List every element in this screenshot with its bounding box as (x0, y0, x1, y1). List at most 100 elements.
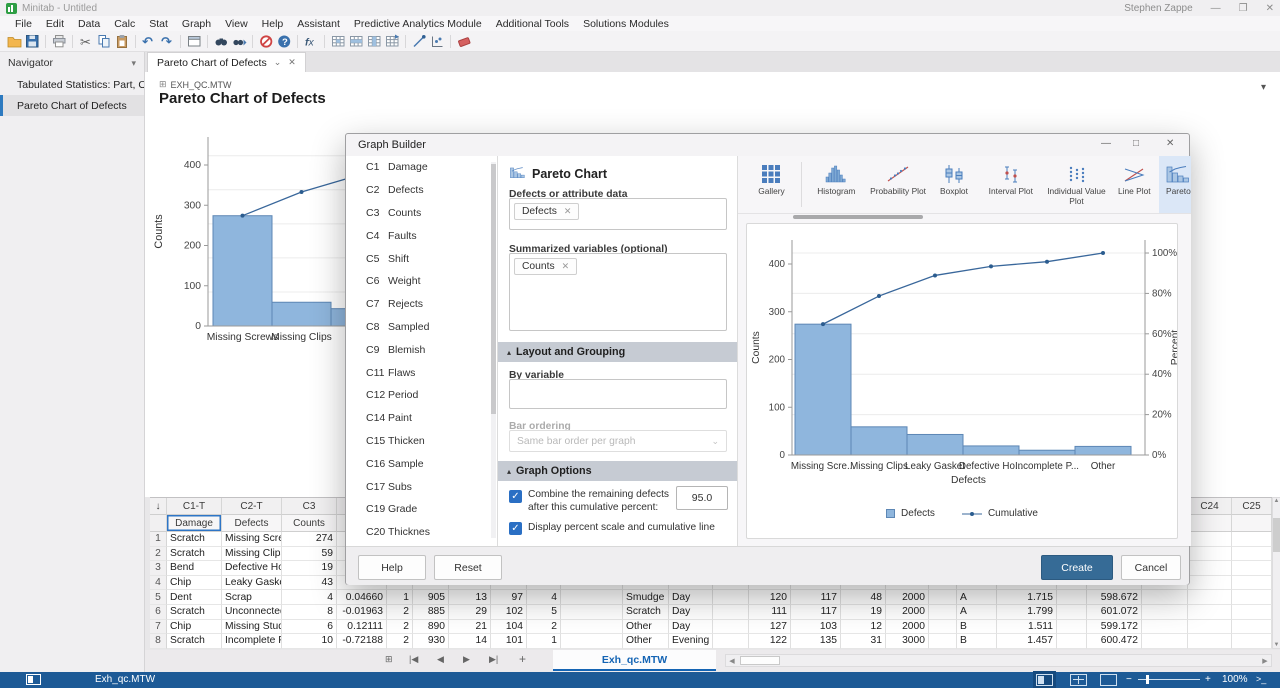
minimize-button[interactable]: — (1211, 3, 1221, 14)
table-cell[interactable] (1188, 532, 1232, 547)
column-header-c3[interactable]: C3 (282, 498, 337, 515)
undo-icon[interactable]: ↶ (142, 34, 157, 49)
previous-worksheet-icon[interactable]: ◀ (437, 654, 444, 665)
table-cell[interactable] (1188, 620, 1232, 635)
scrollbar-thumb[interactable] (740, 656, 780, 665)
table-cell[interactable] (1057, 620, 1087, 635)
gallery-item-line-plot[interactable]: Line Plot (1110, 156, 1159, 213)
column-list-item-c2[interactable]: C2Defects (346, 179, 497, 202)
menu-item-predictive-analytics-module[interactable]: Predictive Analytics Module (347, 18, 489, 30)
table-cell[interactable]: 103 (791, 620, 841, 635)
table-cell[interactable]: Day (669, 620, 713, 635)
table-cell[interactable]: 2 (387, 634, 413, 649)
column-list-item-c16[interactable]: C16Sample (346, 452, 497, 475)
table-cell[interactable] (1232, 605, 1272, 620)
table-cell[interactable]: 8 (282, 605, 337, 620)
table-cell[interactable] (713, 605, 749, 620)
table-cell[interactable]: Evening (669, 634, 713, 649)
save-icon[interactable] (25, 34, 40, 49)
brush-icon[interactable] (412, 34, 427, 49)
print-icon[interactable] (52, 34, 67, 49)
column-list-item-c1[interactable]: C1Damage (346, 156, 497, 179)
table-cell[interactable]: 274 (282, 532, 337, 547)
table-cell[interactable] (1232, 532, 1272, 547)
chevron-down-icon[interactable]: ▾ (131, 58, 136, 69)
variable-name-counts[interactable]: Counts (282, 515, 337, 532)
table-cell[interactable]: Other (623, 620, 669, 635)
eraser-icon[interactable] (457, 34, 472, 49)
table-cell[interactable] (1188, 634, 1232, 649)
table-cell[interactable]: 59 (282, 547, 337, 562)
navigator-item-pareto-chart-of-defects[interactable]: Pareto Chart of Defects (0, 95, 144, 116)
table-cell[interactable]: 1.511 (997, 620, 1057, 635)
insert-columns-icon[interactable] (367, 34, 382, 49)
table-cell[interactable] (561, 605, 623, 620)
cancel-icon[interactable] (259, 34, 274, 49)
tab-pareto-chart-of-defects[interactable]: Pareto Chart of Defects ⌄ ✕ (147, 52, 306, 72)
table-cell[interactable] (1142, 590, 1188, 605)
grid-view-icon[interactable] (1070, 674, 1087, 686)
help-icon[interactable]: ? (277, 34, 292, 49)
tab-close-icon[interactable]: ✕ (288, 57, 296, 68)
table-cell[interactable] (713, 634, 749, 649)
row-number[interactable]: 1 (150, 532, 167, 547)
open-icon[interactable] (7, 34, 22, 49)
scroll-down-icon[interactable]: ▼ (1274, 642, 1280, 648)
redo-icon[interactable]: ↷ (160, 34, 175, 49)
row-number[interactable]: 4 (150, 576, 167, 591)
zoom-level[interactable]: 100% (1222, 674, 1248, 685)
table-cell[interactable] (929, 590, 957, 605)
row-number[interactable]: 3 (150, 561, 167, 576)
select-graph-icon[interactable] (430, 34, 445, 49)
table-cell[interactable]: Smudge (623, 590, 669, 605)
table-cell[interactable]: 600.472 (1087, 634, 1142, 649)
find-next-icon[interactable] (232, 34, 247, 49)
column-header-c1-t[interactable]: C1-T (167, 498, 222, 515)
table-cell[interactable]: 4 (282, 590, 337, 605)
paste-icon[interactable] (115, 34, 130, 49)
table-cell[interactable]: 127 (749, 620, 791, 635)
formula-icon[interactable]: fx (304, 34, 319, 49)
table-cell[interactable] (1232, 590, 1272, 605)
table-cell[interactable]: 13 (449, 590, 491, 605)
table-cell[interactable] (1142, 620, 1188, 635)
insert-rows-icon[interactable] (349, 34, 364, 49)
table-cell[interactable] (1188, 590, 1232, 605)
table-cell[interactable] (561, 590, 623, 605)
table-cell[interactable]: 135 (791, 634, 841, 649)
table-cell[interactable]: 1.457 (997, 634, 1057, 649)
table-cell[interactable]: 101 (491, 634, 527, 649)
table-cell[interactable]: 5 (527, 605, 561, 620)
table-cell[interactable]: Bend (167, 561, 222, 576)
table-cell[interactable] (713, 590, 749, 605)
variable-name-empty[interactable] (1232, 515, 1272, 532)
table-cell[interactable]: Defective Housi (222, 561, 282, 576)
table-cell[interactable]: 598.672 (1087, 590, 1142, 605)
table-cell[interactable]: 4 (527, 590, 561, 605)
table-cell[interactable]: B (957, 620, 997, 635)
scroll-right-icon[interactable]: ▶ (1259, 657, 1271, 665)
table-cell[interactable]: 1.715 (997, 590, 1057, 605)
table-cell[interactable]: Dent (167, 590, 222, 605)
table-cell[interactable]: 43 (282, 576, 337, 591)
cut-icon[interactable]: ✂ (79, 34, 94, 49)
table-cell[interactable]: 12 (841, 620, 886, 635)
output-options-icon[interactable]: ▾ (1261, 82, 1266, 93)
table-cell[interactable]: 0.12111 (337, 620, 387, 635)
zoom-slider-thumb[interactable] (1146, 675, 1149, 684)
column-list-item-c14[interactable]: C14Paint (346, 407, 497, 430)
table-cell[interactable]: 1 (387, 590, 413, 605)
row-number[interactable]: 5 (150, 590, 167, 605)
table-cell[interactable]: 120 (749, 590, 791, 605)
table-cell[interactable]: 111 (749, 605, 791, 620)
table-cell[interactable]: 1 (527, 634, 561, 649)
table-cell[interactable] (1232, 620, 1272, 635)
column-list-item-c8[interactable]: C8Sampled (346, 316, 497, 339)
table-cell[interactable]: 48 (841, 590, 886, 605)
remove-chip-icon[interactable]: ✕ (564, 206, 572, 217)
dialog-minimize-icon[interactable]: — (1101, 138, 1111, 149)
column-list-item-c3[interactable]: C3Counts (346, 202, 497, 225)
table-cell[interactable]: Unconnected Wir (222, 605, 282, 620)
table-cell[interactable]: 905 (413, 590, 449, 605)
variable-name-defects[interactable]: Defects (222, 515, 282, 532)
